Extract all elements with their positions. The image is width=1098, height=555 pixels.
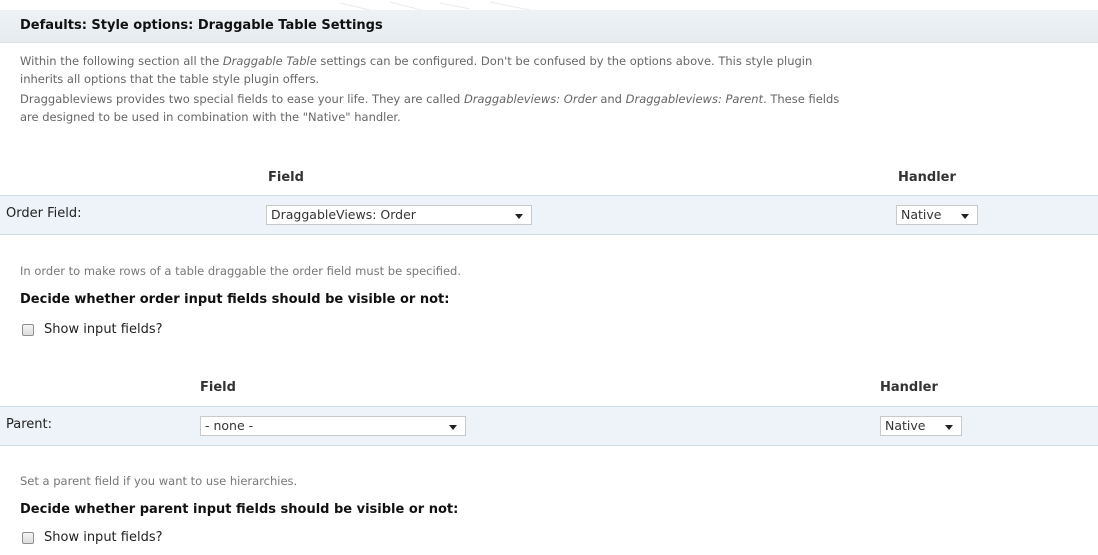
intro-emphasis: Draggableviews: Order: [463, 92, 597, 106]
order-field-help: In order to make rows of a table draggab…: [20, 264, 461, 278]
section-header: Defaults: Style options: Draggable Table…: [0, 10, 1098, 43]
section-title: Defaults: Style options: Draggable Table…: [20, 18, 383, 33]
chevron-down-icon: [449, 425, 457, 430]
order-field-select[interactable]: DraggableViews: Order: [266, 205, 532, 225]
order-field-row: Order Field: DraggableViews: Order Nativ…: [0, 195, 1098, 235]
parent-field-select-value: - none -: [205, 418, 254, 433]
parent-show-input-fields[interactable]: Show input fields?: [22, 530, 163, 545]
order-field-select-value: DraggableViews: Order: [271, 207, 416, 222]
draggable-table-settings: Defaults: Style options: Draggable Table…: [0, 0, 1098, 555]
parent-visibility-heading: Decide whether parent input fields shoul…: [20, 502, 459, 517]
parent-handler-select-value: Native: [885, 418, 926, 433]
intro-text: Within the following section all the: [20, 54, 223, 68]
order-handler-select[interactable]: Native: [896, 205, 978, 225]
order-handler-column-header: Handler: [898, 170, 956, 185]
order-field-column-header: Field: [268, 170, 304, 185]
parent-handler-select[interactable]: Native: [880, 416, 962, 436]
order-show-input-label: Show input fields?: [44, 322, 163, 337]
chevron-down-icon: [961, 214, 969, 219]
parent-field-label: Parent:: [6, 417, 52, 432]
intro-text: and: [596, 92, 626, 106]
parent-field-column-header: Field: [200, 380, 236, 395]
chevron-down-icon: [945, 425, 953, 430]
parent-show-input-label: Show input fields?: [44, 530, 163, 545]
parent-handler-column-header: Handler: [880, 380, 938, 395]
intro-text: inherits all options that the table styl…: [20, 72, 320, 86]
chevron-down-icon: [515, 214, 523, 219]
order-handler-select-value: Native: [901, 207, 942, 222]
order-show-input-fields[interactable]: Show input fields?: [22, 322, 163, 337]
parent-field-select[interactable]: - none -: [200, 416, 466, 436]
intro-text: Draggableviews provides two special fiel…: [20, 92, 464, 106]
intro-emphasis: Draggableviews: Parent: [625, 92, 764, 106]
order-field-label: Order Field:: [6, 206, 82, 221]
intro-text: . These fields: [763, 92, 840, 106]
intro-text: are designed to be used in combination w…: [20, 110, 401, 124]
parent-show-input-checkbox[interactable]: [22, 531, 34, 544]
parent-field-row: Parent: - none - Native: [0, 406, 1098, 446]
order-visibility-heading: Decide whether order input fields should…: [20, 292, 450, 307]
intro-text: settings can be configured. Don't be con…: [316, 54, 813, 68]
intro-paragraph-2: Draggableviews provides two special fiel…: [20, 90, 1085, 126]
order-show-input-checkbox[interactable]: [22, 323, 34, 336]
intro-emphasis: Draggable Table: [222, 54, 317, 68]
parent-field-help: Set a parent field if you want to use hi…: [20, 474, 298, 488]
intro-paragraph-1: Within the following section all the Dra…: [20, 52, 1085, 88]
